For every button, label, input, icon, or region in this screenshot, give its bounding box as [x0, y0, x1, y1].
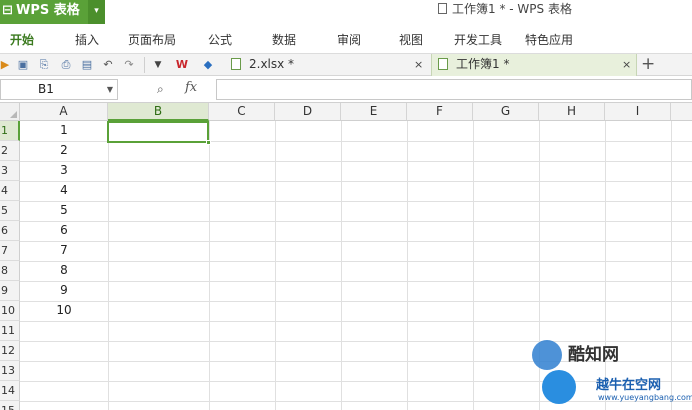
row-header-13[interactable]: 13 — [0, 361, 20, 381]
row-header-6[interactable]: 6 — [0, 221, 20, 241]
menu-developer[interactable]: 开发工具 — [454, 30, 502, 52]
menu-review[interactable]: 审阅 — [337, 30, 361, 52]
watermark-logo-icon — [532, 340, 562, 370]
export-icon[interactable]: ⎘ — [37, 58, 51, 72]
print-preview-icon[interactable]: ▤ — [80, 58, 94, 72]
close-icon[interactable]: × — [622, 54, 631, 76]
window-title: 工作簿1 * - WPS 表格 — [438, 0, 572, 20]
column-header-g[interactable]: G — [473, 103, 539, 121]
menu-page-layout[interactable]: 页面布局 — [128, 30, 176, 52]
watermark: 酷知网 越牛在空网 www.yueyangbang.com — [532, 336, 692, 410]
sheet-file-icon — [231, 58, 241, 70]
cell-a1[interactable]: 1 — [20, 121, 108, 141]
tab-label: 2.xlsx * — [249, 57, 295, 71]
column-header-j[interactable] — [671, 103, 692, 121]
formula-input[interactable] — [216, 79, 692, 100]
quick-access-toolbar: ▶ ▣ ⎘ ⎙ ▤ ↶ ↷ ▼ W ◆ 2.xlsx * × 工作簿1 * × … — [0, 53, 692, 76]
cell-a6[interactable]: 6 — [20, 221, 108, 241]
watermark-line2: 越牛在空网 — [596, 378, 662, 393]
wps-brand-icon[interactable]: W — [175, 58, 189, 72]
zoom-icon[interactable]: ⌕ — [157, 82, 171, 96]
save-icon[interactable]: ▣ — [16, 58, 30, 72]
column-header-a[interactable]: A — [20, 103, 108, 121]
app-menu-button[interactable]: ⊟ WPS 表格 — [0, 0, 88, 24]
menu-formulas[interactable]: 公式 — [208, 30, 232, 52]
undo-icon[interactable]: ↶ — [101, 58, 115, 72]
tab-label: 工作簿1 * — [456, 57, 510, 71]
column-header-d[interactable]: D — [275, 103, 341, 121]
toolbar-separator — [144, 57, 145, 73]
menu-home[interactable]: 开始 — [10, 30, 34, 52]
wps-logo-icon: ⊟ — [2, 3, 13, 18]
customize-dropdown-icon[interactable]: ▼ — [151, 58, 165, 72]
column-header-i[interactable]: I — [605, 103, 671, 121]
title-bar: ⊟ WPS 表格 ▾ 工作簿1 * - WPS 表格 — [0, 0, 692, 24]
sheet-file-icon — [438, 58, 448, 70]
menu-view[interactable]: 视图 — [399, 30, 423, 52]
name-box-value: B1 — [38, 82, 54, 96]
row-header-5[interactable]: 5 — [0, 201, 20, 221]
menu-special[interactable]: 特色应用 — [525, 30, 573, 52]
row-header-9[interactable]: 9 — [0, 281, 20, 301]
column-header-f[interactable]: F — [407, 103, 473, 121]
watermark-line1: 酷知网 — [568, 345, 619, 365]
active-cell-b1[interactable] — [107, 121, 211, 145]
row-header-10[interactable]: 10 — [0, 301, 20, 321]
name-box[interactable]: B1 ▼ — [0, 79, 118, 100]
menu-data[interactable]: 数据 — [272, 30, 296, 52]
row-header-14[interactable]: 14 — [0, 381, 20, 401]
select-all-corner[interactable] — [0, 103, 20, 121]
window-title-text: 工作簿1 * - WPS 表格 — [452, 2, 572, 16]
app-menu-dropdown[interactable]: ▾ — [88, 0, 105, 24]
cell-a5[interactable]: 5 — [20, 201, 108, 221]
watermark-logo2-icon — [542, 370, 576, 404]
menu-insert[interactable]: 插入 — [75, 30, 99, 52]
cell-a4[interactable]: 4 — [20, 181, 108, 201]
wps-spreadsheet-window: ⊟ WPS 表格 ▾ 工作簿1 * - WPS 表格 开始 插入 页面布局 公式 … — [0, 0, 692, 410]
function-icon[interactable]: fx — [185, 80, 197, 95]
cube-icon[interactable]: ◆ — [201, 58, 215, 72]
new-tab-button[interactable]: + — [641, 54, 655, 74]
print-icon[interactable]: ⎙ — [59, 58, 73, 72]
row-header-7[interactable]: 7 — [0, 241, 20, 261]
row-header-11[interactable]: 11 — [0, 321, 20, 341]
row-header-1[interactable]: 1 — [0, 121, 20, 141]
cell-a10[interactable]: 10 — [20, 301, 108, 321]
column-header-b[interactable]: B — [108, 103, 209, 121]
cell-a3[interactable]: 3 — [20, 161, 108, 181]
redo-icon[interactable]: ↷ — [122, 58, 136, 72]
cell-a7[interactable]: 7 — [20, 241, 108, 261]
close-icon[interactable]: × — [414, 54, 423, 76]
watermark-line3: www.yueyangbang.com — [598, 393, 692, 402]
column-header-c[interactable]: C — [209, 103, 275, 121]
row-header-4[interactable]: 4 — [0, 181, 20, 201]
document-icon — [438, 3, 447, 14]
column-header-e[interactable]: E — [341, 103, 407, 121]
row-header-8[interactable]: 8 — [0, 261, 20, 281]
cell-a9[interactable]: 9 — [20, 281, 108, 301]
formula-bar: B1 ▼ ⌕ fx — [0, 76, 692, 103]
row-header-15[interactable]: 15 — [0, 401, 20, 410]
app-menu-label: WPS 表格 — [16, 3, 80, 18]
row-header-3[interactable]: 3 — [0, 161, 20, 181]
chevron-down-icon[interactable]: ▼ — [107, 80, 113, 99]
cell-a8[interactable]: 8 — [20, 261, 108, 281]
open-icon[interactable]: ▶ — [0, 58, 12, 72]
row-header-2[interactable]: 2 — [0, 141, 20, 161]
fill-handle[interactable] — [206, 140, 211, 145]
tab-workbook1[interactable]: 工作簿1 * — [431, 54, 637, 76]
column-header-h[interactable]: H — [539, 103, 605, 121]
tab-2-xlsx[interactable]: 2.xlsx * — [225, 54, 430, 76]
row-header-12[interactable]: 12 — [0, 341, 20, 361]
cell-a2[interactable]: 2 — [20, 141, 108, 161]
menu-bar: 开始 插入 页面布局 公式 数据 审阅 视图 开发工具 特色应用 — [0, 30, 692, 52]
